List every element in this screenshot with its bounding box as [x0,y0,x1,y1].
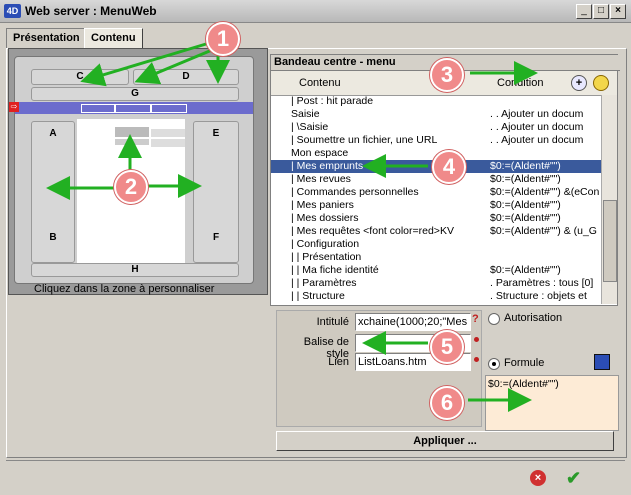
callout-1: 1 [206,22,240,56]
callout-4: 4 [432,150,466,184]
callout-arrows [46,42,538,412]
callout-2: 2 [114,170,148,204]
callout-3: 3 [430,58,464,92]
callout-5: 5 [430,330,464,364]
arrow-1a [80,42,207,87]
callout-6: 6 [430,386,464,420]
